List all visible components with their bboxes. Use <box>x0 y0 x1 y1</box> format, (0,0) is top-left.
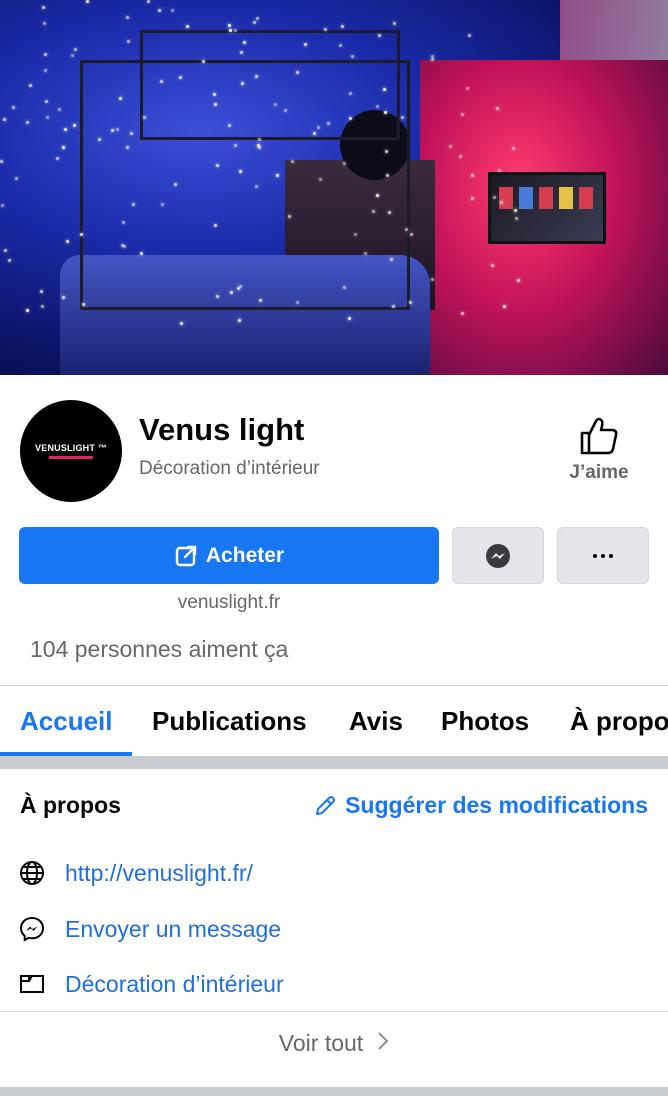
tab-home[interactable]: Accueil <box>20 686 113 756</box>
tv-in-photo <box>488 172 606 244</box>
about-message-row[interactable]: Envoyer un message <box>18 911 658 947</box>
category-icon <box>20 975 44 993</box>
bottom-separator <box>0 1087 668 1096</box>
likes-count[interactable]: 104 personnes aiment ça <box>30 636 288 663</box>
chevron-right-icon <box>377 1030 389 1057</box>
tab-posts[interactable]: Publications <box>152 686 307 756</box>
more-dots-icon <box>593 553 613 558</box>
logo-text: VENUSLIGHT ™ <box>35 443 107 453</box>
see-all-label: Voir tout <box>278 1030 364 1056</box>
tab-photos[interactable]: Photos <box>441 686 529 756</box>
tab-reviews[interactable]: Avis <box>349 686 403 756</box>
page-avatar[interactable]: VENUSLIGHT ™ <box>20 400 122 502</box>
like-label: J’aime <box>569 462 629 483</box>
external-link-icon <box>175 545 197 566</box>
pencil-icon <box>316 795 336 815</box>
category-link[interactable]: Décoration d’intérieur <box>65 971 284 998</box>
buy-label: Acheter <box>205 543 285 567</box>
website-link[interactable]: http://venuslight.fr/ <box>65 860 253 887</box>
page-category: Décoration d’intérieur <box>139 458 320 479</box>
globe-icon <box>20 861 44 885</box>
about-website-row[interactable]: http://venuslight.fr/ <box>18 855 658 891</box>
more-button[interactable] <box>557 527 649 584</box>
page-name[interactable]: Venus light <box>139 412 304 448</box>
suggest-edits-label: Suggérer des modifications <box>345 792 648 818</box>
messenger-icon <box>19 916 45 942</box>
section-separator <box>0 756 668 769</box>
about-title: À propos <box>20 792 121 818</box>
messenger-button[interactable] <box>452 527 544 584</box>
tab-about[interactable]: À propos <box>570 686 668 756</box>
thumbs-up-icon <box>580 417 618 455</box>
about-category-row[interactable]: Décoration d’intérieur <box>18 966 658 1002</box>
divider <box>0 1011 668 1012</box>
page-tabs: Accueil Publications Avis Photos À propo… <box>0 685 668 756</box>
cover-photo[interactable] <box>0 0 668 375</box>
suggest-edits-link[interactable]: Suggérer des modifications <box>313 792 648 819</box>
like-button[interactable]: J’aime <box>556 416 642 496</box>
send-message-link[interactable]: Envoyer un message <box>65 916 281 943</box>
buy-button[interactable]: Acheter <box>19 527 439 584</box>
website-short[interactable]: venuslight.fr <box>0 592 458 614</box>
messenger-icon <box>486 543 510 568</box>
see-all-button[interactable]: Voir tout <box>0 1030 668 1057</box>
